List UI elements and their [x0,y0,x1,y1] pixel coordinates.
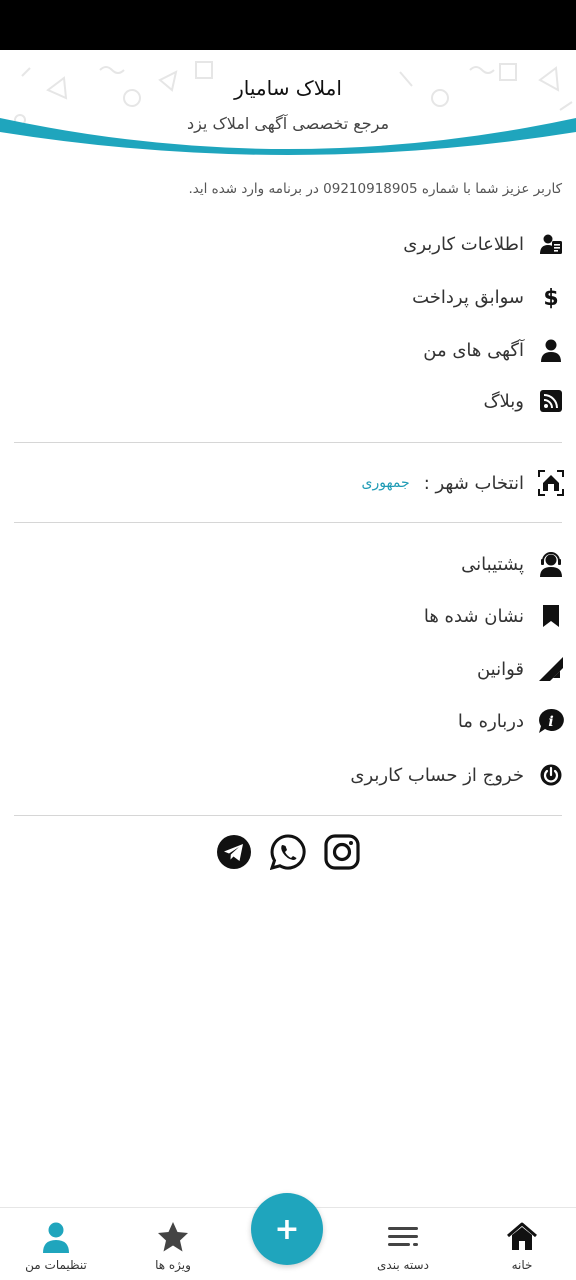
login-notice: کاربر عزیز شما با شماره 09210918905 در ب… [188,181,562,197]
menu-label: نشان شده ها [423,605,524,627]
menu-label: وبلاگ [483,390,524,412]
city-value: جمهوری [361,475,410,491]
menu-label: سوابق پرداخت [412,286,524,308]
home-scan-icon [538,470,564,496]
star-icon [156,1220,190,1254]
menu-payment-history[interactable]: $ سوابق پرداخت [412,277,564,317]
dollar-icon: $ [538,284,564,310]
menu-label: پشتیبانی [461,553,524,575]
menu-rules[interactable]: قوانین [477,649,564,689]
nav-my-settings-label: تنظیمات من [25,1258,87,1272]
rss-icon [538,388,564,414]
bookmark-icon [538,603,564,629]
menu-label: آگهی های من [423,339,524,361]
menu-label: قوانین [476,658,524,680]
header-banner: املاک سامیار مرجع تخصصی آگهی املاک یزد [0,50,576,162]
menu-user-info[interactable]: اطلاعات کاربری [403,224,564,264]
menu-select-city[interactable]: انتخاب شهر : جمهوری [362,463,564,503]
user-icon [39,1220,73,1254]
whatsapp-icon[interactable] [270,834,306,870]
power-icon [538,762,564,788]
status-bar [0,0,576,50]
city-label: انتخاب شهر : [423,472,524,494]
menu-support[interactable]: پشتیبانی [461,544,564,584]
nav-my-settings[interactable]: تنظیمات من [1,1208,111,1280]
menu-logout[interactable]: خروج از حساب کاربری [350,755,564,795]
menu-label: خروج از حساب کاربری [350,764,524,786]
instagram-icon[interactable] [324,834,360,870]
svg-text:i: i [548,714,553,730]
person-icon [538,337,564,363]
nav-categories-label: دسته بندی [377,1258,429,1272]
menu-label: اطلاعات کاربری [403,233,524,255]
list-icon [386,1220,420,1254]
menu-my-ads[interactable]: آگهی های من [423,330,564,370]
info-chat-icon: i [538,708,564,734]
nav-home[interactable]: خانه [467,1208,576,1280]
app-subtitle: مرجع تخصصی آگهی املاک یزد [186,114,390,133]
header-pattern [0,61,576,162]
nav-special-label: ویژه ها [155,1258,191,1272]
app-title: املاک سامیار [234,76,342,100]
divider [14,442,562,443]
support-headset-icon [538,551,564,577]
telegram-icon[interactable] [216,834,252,870]
menu-blog[interactable]: وبلاگ [483,381,564,421]
nav-categories[interactable]: دسته بندی [348,1208,458,1280]
svg-text:$: $ [543,286,558,309]
nav-special[interactable]: ویژه ها [118,1208,228,1280]
menu-about-us[interactable]: i درباره ما [458,701,564,741]
home-icon [505,1220,539,1254]
divider [14,815,562,816]
social-links [0,834,576,872]
menu-label: درباره ما [457,710,524,732]
ruler-icon [538,656,564,682]
divider [14,522,562,523]
add-listing-button[interactable]: + [251,1193,323,1265]
user-info-icon [538,231,564,257]
menu-bookmarks[interactable]: نشان شده ها [424,596,564,636]
nav-home-label: خانه [511,1258,533,1272]
